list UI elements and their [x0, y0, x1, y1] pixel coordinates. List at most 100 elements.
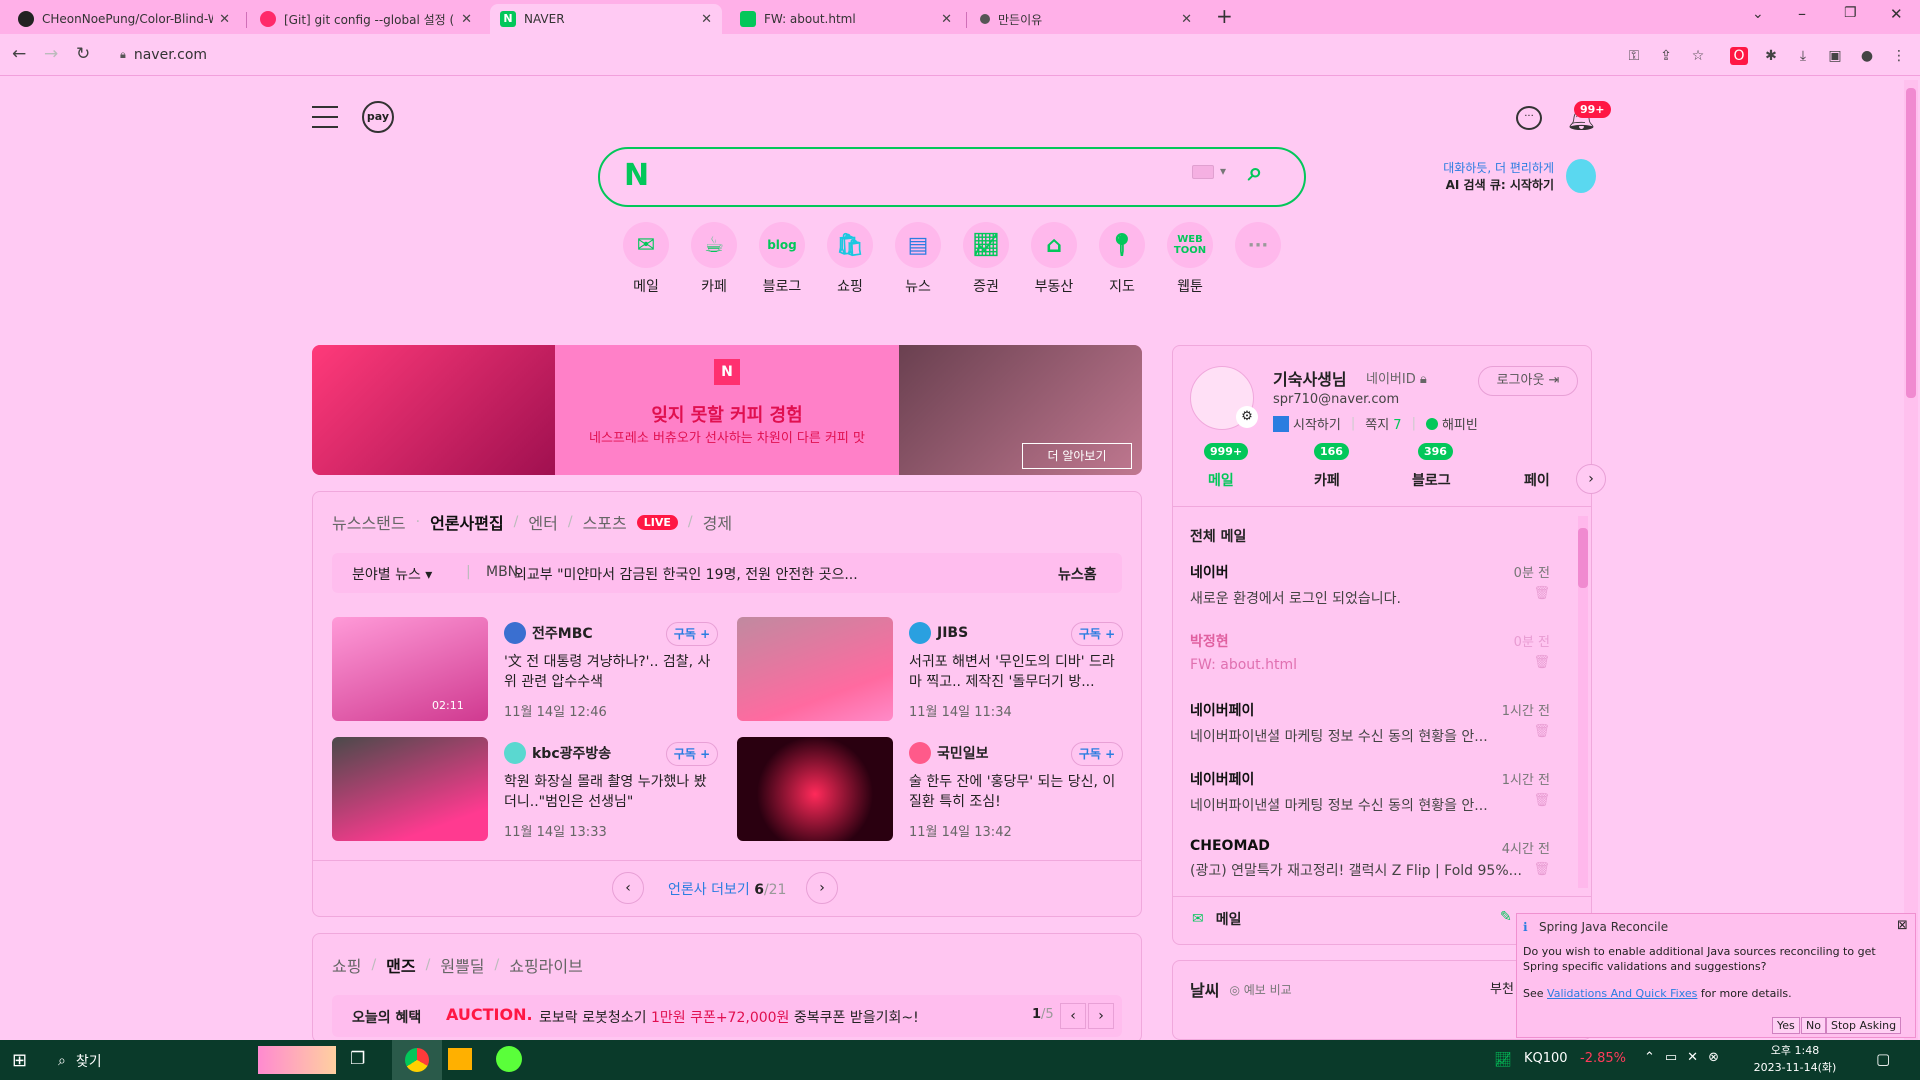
service-tab-mail[interactable]: 메일	[1208, 470, 1234, 490]
tab-economy[interactable]: 경제	[703, 510, 732, 534]
tab-oneplusdeal[interactable]: 원쁠딜	[440, 953, 484, 977]
back-icon[interactable]: ←	[12, 44, 26, 64]
forecast-compare[interactable]: ◎ 예보 비교	[1229, 981, 1291, 998]
mail-row[interactable]: 네이버페이 네이버파이낸셜 마케팅 정보 수신 동의 현황을 안... 1시간 전 🗑…	[1190, 700, 1560, 746]
profile-name[interactable]: 기숙사생님	[1273, 366, 1347, 390]
browser-tab[interactable]: 만든이유 ✕	[970, 4, 1202, 34]
news-thumb-1[interactable]: 02:11	[332, 617, 488, 721]
browser-tab[interactable]: [Git] git config --global 설정 (+ ✕	[250, 4, 482, 34]
extensions-icon[interactable]: ✱	[1762, 47, 1780, 65]
stock-name[interactable]: KQ100	[1524, 1051, 1568, 1066]
promo-banner[interactable]: 오늘의 혜택 AUCTION. 로보락 로봇청소기 1만원 쿠폰+72,000원…	[332, 995, 1122, 1037]
ad-cta-button[interactable]: 더 알아보기	[1022, 443, 1132, 469]
start-link[interactable]: 시작하기	[1293, 414, 1341, 433]
close-icon[interactable]: ✕	[701, 12, 712, 27]
shortcut-map[interactable]: 📍︎ 지도	[1094, 222, 1150, 296]
chevron-down-icon[interactable]: ▾	[1220, 164, 1226, 178]
extension-red-icon[interactable]: O	[1730, 47, 1748, 65]
write-pencil-icon[interactable]: ✎	[1500, 909, 1512, 925]
download-icon[interactable]: ⤓	[1794, 47, 1812, 65]
shortcut-news[interactable]: ▤ 뉴스	[890, 222, 946, 296]
tab-sports[interactable]: 스포츠	[583, 510, 627, 534]
service-next-button[interactable]: ›	[1576, 464, 1606, 494]
shortcut-blog[interactable]: blog 블로그	[754, 222, 810, 296]
service-tab-cafe[interactable]: 카페	[1314, 470, 1340, 490]
news-headline[interactable]: '文 전 대통령 겨냥하나?'.. 검찰, 사위 관련 압수수색	[504, 652, 714, 692]
shortcut-stock[interactable]: 📈︎ 증권	[958, 222, 1014, 296]
tab-entertainment[interactable]: 엔터	[528, 510, 557, 534]
press-name[interactable]: 국민일보	[909, 742, 989, 764]
browser-tab[interactable]: CHeonNoePung/Color-Blind-W ✕	[8, 4, 240, 34]
news-ticker[interactable]: 분야별 뉴스 ▾ | MBN 외교부 "미얀마서 감금된 한국인 19명, 전원…	[332, 553, 1122, 593]
tab-shopping[interactable]: 쇼핑	[332, 953, 361, 977]
close-window-button[interactable]: ✕	[1890, 5, 1903, 23]
settings-gear-icon[interactable]: ⚙	[1236, 406, 1258, 428]
ai-avatar-icon[interactable]	[1566, 159, 1596, 193]
taskbar-chrome[interactable]	[392, 1040, 442, 1080]
subscribe-button[interactable]: 구독 +	[1071, 622, 1123, 646]
mail-row[interactable]: 박정현 FW: about.html 0분 전 🗑︎	[1190, 631, 1560, 673]
mail-row[interactable]: 네이버페이 네이버파이낸셜 마케팅 정보 수신 동의 현황을 안... 1시간 전 🗑…	[1190, 769, 1560, 815]
news-headline[interactable]: 학원 화장실 몰래 촬영 누가했나 봤더니.."범인은 선생님"	[504, 772, 714, 812]
search-input[interactable]	[670, 161, 1170, 193]
subscribe-button[interactable]: 구독 +	[666, 622, 718, 646]
tab-press-edit[interactable]: 언론사편집	[430, 510, 504, 534]
logout-button[interactable]: 로그아웃 ⇥	[1478, 366, 1578, 396]
keyboard-icon[interactable]	[1192, 165, 1214, 179]
service-tab-blog[interactable]: 블로그	[1412, 470, 1451, 490]
minimize-button[interactable]: –	[1798, 4, 1806, 23]
weather-title[interactable]: 날씨	[1190, 977, 1219, 1001]
yes-button[interactable]: Yes	[1772, 1017, 1800, 1034]
taskbar-widget-image[interactable]	[258, 1046, 336, 1074]
newshome-link[interactable]: 뉴스홈	[1058, 564, 1097, 584]
ai-search-promo[interactable]: 대화하듯, 더 편리하게 AI 검색 큐: 시작하기	[1380, 159, 1554, 193]
ticker-category[interactable]: 분야별 뉴스 ▾	[352, 564, 432, 584]
shortcut-webtoon[interactable]: WEB TOON 웹툰	[1162, 222, 1218, 296]
news-prev-button[interactable]: ‹	[612, 872, 644, 904]
close-icon[interactable]: ✕	[461, 12, 472, 27]
search-box[interactable]: N ▾ ⌕	[598, 147, 1306, 207]
forward-icon[interactable]: →	[44, 44, 58, 64]
taskbar-app-icon[interactable]	[496, 1046, 522, 1072]
taskbar-explorer-icon[interactable]	[448, 1048, 472, 1070]
mail-row[interactable]: CHEOMAD (광고) 연말특가 재고정리! 갤럭시 Z Flip | Fold…	[1190, 838, 1560, 880]
subscribe-button[interactable]: 구독 +	[666, 742, 718, 766]
shortcut-mail[interactable]: ✉ 메일	[618, 222, 674, 296]
browser-tab[interactable]: FW: about.html ✕	[730, 4, 962, 34]
url-bar[interactable]: 🔒︎ naver.com	[110, 38, 1610, 72]
profile-icon[interactable]: ●	[1858, 47, 1876, 65]
bookmark-star-icon[interactable]: ☆	[1689, 47, 1707, 65]
share-icon[interactable]: ⇪	[1657, 47, 1675, 65]
validations-link[interactable]: Validations And Quick Fixes	[1547, 987, 1697, 1000]
page-scrollbar-thumb[interactable]	[1906, 88, 1916, 398]
close-icon[interactable]: ✕	[941, 12, 952, 27]
mail-footer[interactable]: ✉ 메일	[1192, 909, 1242, 929]
windows-start-icon[interactable]: ⊞	[12, 1050, 27, 1071]
press-name[interactable]: 전주MBC	[504, 622, 593, 644]
ad-banner[interactable]: N 잊지 못할 커피 경험 네스프레소 버츄오가 선사하는 차원이 다른 커피 …	[312, 345, 1142, 475]
key-icon[interactable]: ⚿	[1625, 47, 1643, 65]
close-icon[interactable]: ✕	[1181, 12, 1192, 27]
no-button[interactable]: No	[1801, 1017, 1826, 1034]
shortcut-realestate[interactable]: ⌂ 부동산	[1026, 222, 1082, 296]
talk-icon[interactable]: ···	[1516, 106, 1542, 130]
menu-kebab-icon[interactable]: ⋮	[1890, 47, 1908, 65]
press-more-link[interactable]: 언론사 더보기 6/21	[668, 879, 786, 899]
press-name[interactable]: kbc광주방송	[504, 742, 611, 764]
hamburger-menu-icon[interactable]	[312, 106, 338, 128]
browser-tab-active[interactable]: N NAVER ✕	[490, 4, 722, 34]
news-next-button[interactable]: ›	[806, 872, 838, 904]
news-thumb-3[interactable]	[332, 737, 488, 841]
notification-center-icon[interactable]: ▢	[1876, 1050, 1890, 1068]
tab-newsstand[interactable]: 뉴스스탠드	[332, 510, 406, 534]
reload-icon[interactable]: ↻	[76, 44, 90, 64]
news-headline[interactable]: 서귀포 해변서 '무인도의 디바' 드라마 찍고.. 제작진 '돌무더기 방..…	[909, 652, 1119, 692]
sidepanel-icon[interactable]: ▣	[1826, 47, 1844, 65]
ticker-headline[interactable]: 외교부 "미얀마서 감금된 한국인 19명, 전원 안전한 곳으...	[514, 564, 874, 584]
news-thumb-2[interactable]	[737, 617, 893, 721]
happybean-link[interactable]: 해피빈	[1442, 414, 1478, 433]
clock[interactable]: 오후 1:48 2023-11-14(화)	[1740, 1042, 1850, 1076]
close-icon[interactable]: ⊠	[1897, 918, 1908, 933]
taskbar-search[interactable]: ⌕ 찾기	[58, 1051, 102, 1071]
mail-section-title[interactable]: 전체 메일	[1190, 526, 1246, 546]
